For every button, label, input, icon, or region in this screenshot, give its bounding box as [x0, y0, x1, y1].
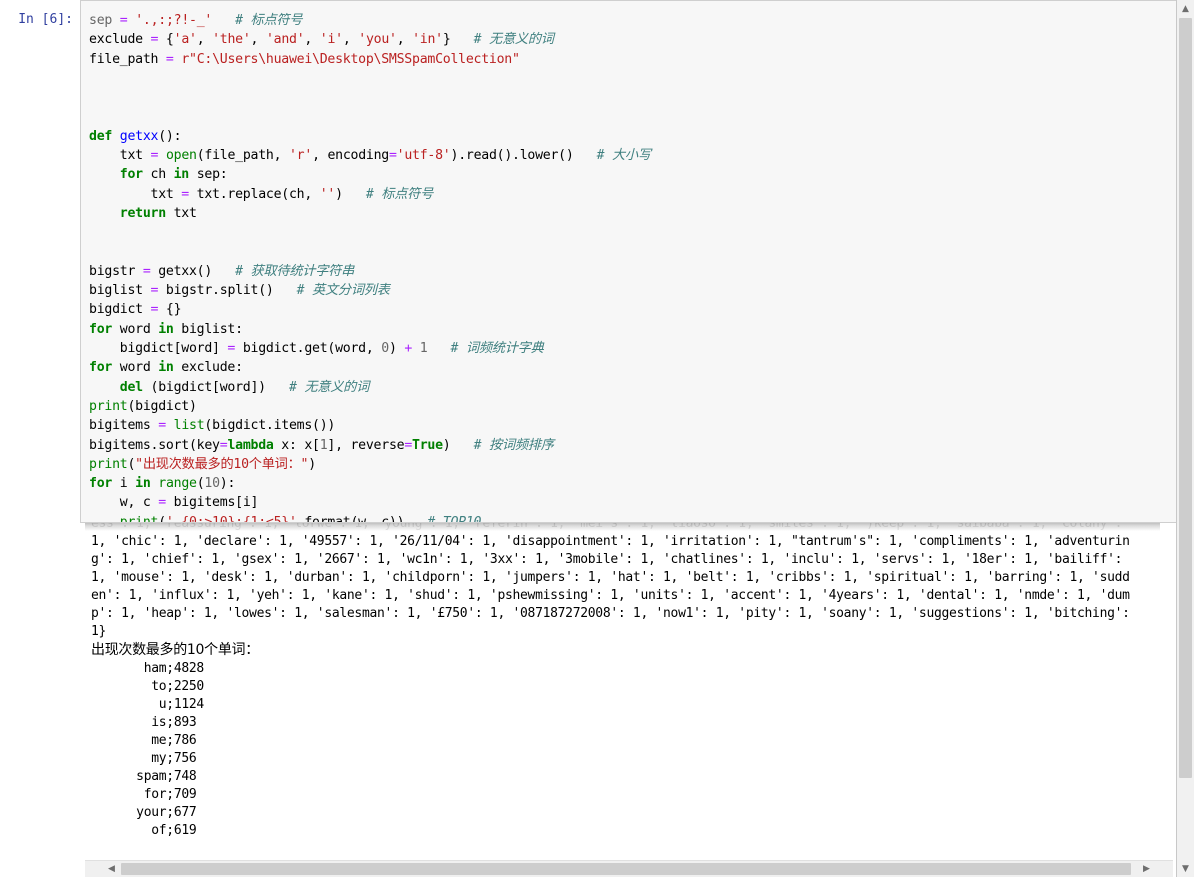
top-word-row: is;893	[151, 715, 197, 730]
top-word-row: ham;4828	[143, 661, 205, 676]
top-word-count: 893	[173, 715, 197, 730]
top-word-name: u	[158, 697, 167, 712]
horizontal-scroll-thumb[interactable]	[121, 863, 1131, 875]
top-word-count: 4828	[173, 661, 204, 676]
top-word-row: spam;748	[136, 769, 197, 784]
cell-output[interactable]: ess': 1, 'reassuring': 1, 'lorwe': 1, 'y…	[0, 523, 1194, 863]
output-scroll-region[interactable]: ess': 1, 'reassuring': 1, 'lorwe': 1, 'y…	[85, 523, 1173, 863]
scroll-left-arrow-icon[interactable]: ◀	[103, 861, 120, 877]
top-word-count: 756	[173, 751, 197, 766]
top-word-row: to;2250	[151, 679, 204, 694]
notebook-page: In [6]: sep = '.,:;?!-_' # 标点符号 exclude …	[0, 0, 1194, 877]
top-word-name: your	[136, 805, 167, 820]
top-word-row: for;709	[143, 787, 197, 802]
vertical-scroll-thumb[interactable]	[1179, 18, 1192, 778]
top-word-name: my	[151, 751, 167, 766]
top-word-row: u;1124	[158, 697, 204, 712]
output-top-header: 出现次数最多的10个单词：	[91, 642, 259, 658]
top-word-count: 677	[173, 805, 197, 820]
code-cell[interactable]: In [6]: sep = '.,:;?!-_' # 标点符号 exclude …	[0, 0, 1194, 523]
code-source[interactable]: sep = '.,:;?!-_' # 标点符号 exclude = {'a', …	[81, 1, 1182, 522]
output-line: g': 1, 'chief': 1, 'gsex': 1, '2667': 1,…	[91, 552, 1123, 567]
top-word-name: to	[151, 679, 167, 694]
scroll-right-arrow-icon[interactable]: ▶	[1138, 861, 1155, 877]
top-word-name: for	[143, 787, 167, 802]
top-word-name: of	[151, 823, 167, 838]
top-word-row: your;677	[136, 805, 197, 820]
top-word-name: ham	[143, 661, 167, 676]
scroll-up-arrow-icon[interactable]: ▲	[1177, 0, 1194, 17]
output-line: p': 1, 'heap': 1, 'lowes': 1, 'salesman'…	[91, 606, 1130, 621]
top-word-name: spam	[136, 769, 167, 784]
top-word-count: 786	[173, 733, 197, 748]
top-word-row: me;786	[151, 733, 197, 748]
vertical-scrollbar[interactable]: ▲ ▼	[1176, 0, 1194, 877]
top-word-count: 2250	[173, 679, 204, 694]
top-word-row: of;619	[151, 823, 197, 838]
output-line: 1, 'mouse': 1, 'desk': 1, 'durban': 1, '…	[91, 570, 1130, 585]
top-word-count: 748	[173, 769, 197, 784]
output-line: en': 1, 'influx': 1, 'yeh': 1, 'kane': 1…	[91, 588, 1130, 603]
output-line: 1}	[91, 624, 107, 639]
top-word-count: 619	[173, 823, 197, 838]
output-line: 1, 'chic': 1, 'declare': 1, '49557': 1, …	[91, 534, 1130, 549]
code-editor[interactable]: sep = '.,:;?!-_' # 标点符号 exclude = {'a', …	[80, 0, 1182, 523]
horizontal-scrollbar[interactable]: ◀ ▶	[85, 860, 1173, 877]
top-word-name: me	[151, 733, 167, 748]
cell-prompt-label: In [6]:	[18, 12, 73, 27]
output-dict-text: ess': 1, 'reassuring': 1, 'lorwe': 1, 'y…	[85, 523, 1173, 840]
top-word-count: 1124	[173, 697, 204, 712]
output-top-shadow	[85, 523, 1160, 531]
scroll-down-arrow-icon[interactable]: ▼	[1177, 860, 1194, 877]
top-word-name: is	[151, 715, 167, 730]
top-word-row: my;756	[151, 751, 197, 766]
top-word-count: 709	[173, 787, 197, 802]
